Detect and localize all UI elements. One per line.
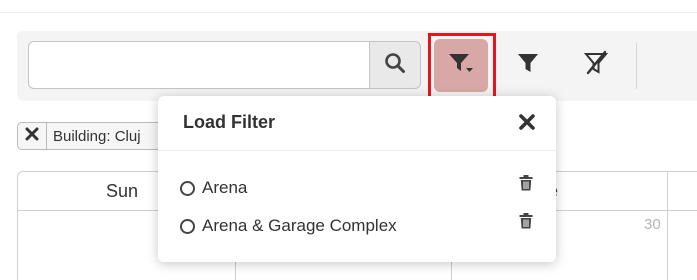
filter-clear-icon: [583, 50, 609, 81]
saved-filter-label: Arena: [202, 178, 248, 197]
clear-filter-button[interactable]: [572, 41, 620, 89]
search-icon: [384, 52, 406, 79]
search-button[interactable]: [369, 41, 421, 89]
filter-radio[interactable]: [180, 181, 195, 196]
top-divider: [0, 12, 697, 13]
popover-title: Load Filter: [183, 112, 276, 132]
calendar-column-divider: [667, 172, 668, 280]
calendar-day-header: Sun: [106, 181, 139, 201]
saved-filter-label: Arena & Garage Complex: [202, 216, 397, 235]
trash-icon: [519, 174, 533, 196]
toolbar-separator: [636, 43, 637, 89]
filter-dropdown-icon: [447, 51, 475, 80]
delete-filter-button[interactable]: [518, 174, 534, 196]
calendar-date-number[interactable]: 30: [644, 216, 661, 233]
saved-filter-item[interactable]: Arena: [158, 171, 556, 205]
close-icon: [25, 127, 39, 146]
filter-radio[interactable]: [180, 219, 195, 234]
filter-icon: [516, 51, 540, 80]
saved-filter-item[interactable]: Arena & Garage Complex: [158, 209, 556, 243]
load-filter-popover: Load Filter Arena Arena & Garage Complex: [158, 96, 556, 262]
apply-filter-button[interactable]: [504, 41, 552, 89]
filter-chip-label: Building: Cluj: [53, 127, 141, 145]
load-filter-button[interactable]: [434, 39, 488, 92]
popover-close-button[interactable]: [516, 113, 538, 135]
active-filter-chip: Building: Cluj: [17, 122, 167, 150]
search-input[interactable]: [28, 41, 369, 89]
trash-icon: [519, 212, 533, 234]
remove-filter-button[interactable]: [18, 123, 47, 149]
close-icon: [518, 113, 536, 136]
delete-filter-button[interactable]: [518, 212, 534, 234]
